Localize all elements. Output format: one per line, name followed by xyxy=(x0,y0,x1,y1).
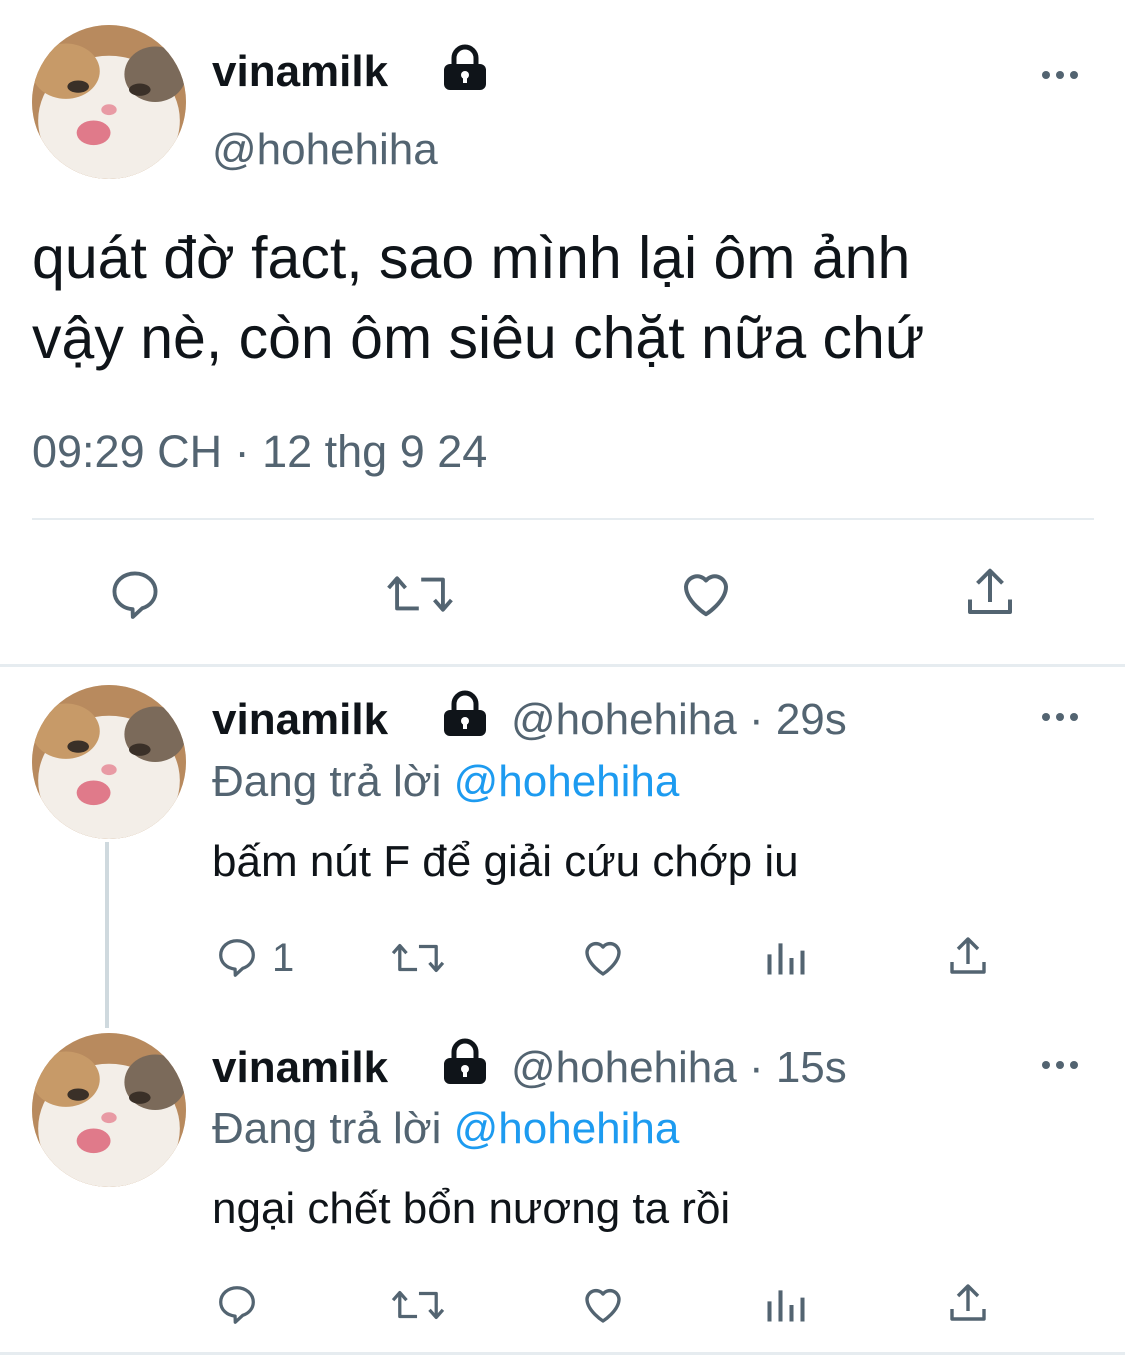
avatar[interactable] xyxy=(32,25,186,179)
thread-connector-line xyxy=(105,842,109,1028)
share-icon[interactable] xyxy=(944,932,992,980)
retweet-icon[interactable] xyxy=(390,935,446,981)
more-options-icon[interactable] xyxy=(1042,68,1082,80)
user-handle[interactable]: @hohehiha xyxy=(212,124,438,176)
lock-icon xyxy=(440,690,490,738)
replying-prefix: Đang trả lời xyxy=(212,757,442,806)
reply-icon[interactable] xyxy=(214,934,260,980)
display-name[interactable]: vinamilk xyxy=(212,694,388,746)
analytics-icon[interactable] xyxy=(764,936,808,980)
like-icon[interactable] xyxy=(676,563,736,623)
share-icon[interactable] xyxy=(960,562,1020,622)
user-handle-time[interactable]: @hohehiha · 15s xyxy=(511,1042,847,1094)
reply-icon[interactable] xyxy=(106,565,164,623)
reply-text: ngại chết bổn nương ta rồi xyxy=(212,1184,731,1233)
more-options-icon[interactable] xyxy=(1042,710,1082,722)
avatar-cat-image xyxy=(32,1033,186,1187)
reply-text: bấm nút F để giải cứu chớp iu xyxy=(212,837,799,886)
share-icon[interactable] xyxy=(944,1279,992,1327)
retweet-icon[interactable] xyxy=(390,1282,446,1328)
avatar[interactable] xyxy=(32,1033,186,1187)
tweet-text-line: quát đờ fact, sao mình lại ôm ảnh xyxy=(32,225,911,291)
section-divider xyxy=(0,664,1125,667)
replying-prefix: Đang trả lời xyxy=(212,1104,442,1153)
avatar-cat-image xyxy=(32,25,186,179)
replying-to: Đang trả lời @hohehiha xyxy=(212,754,679,810)
user-handle-time[interactable]: @hohehiha · 29s xyxy=(511,694,847,746)
analytics-icon[interactable] xyxy=(764,1283,808,1327)
mention-link[interactable]: @hohehiha xyxy=(454,757,680,806)
replying-to: Đang trả lời @hohehiha xyxy=(212,1101,679,1157)
tweet-text-line: vậy nè, còn ôm siêu chặt nữa chứ xyxy=(32,305,925,371)
mention-link[interactable]: @hohehiha xyxy=(454,1104,680,1153)
avatar-cat-image xyxy=(32,685,186,839)
like-icon[interactable] xyxy=(579,1280,627,1328)
display-name[interactable]: vinamilk xyxy=(212,1042,388,1094)
lock-icon xyxy=(440,44,490,92)
reply-count: 1 xyxy=(272,936,295,980)
tweet-text: quát đờ fact, sao mình lại ôm ảnh vậy nè… xyxy=(32,218,1102,378)
bottom-divider xyxy=(0,1352,1125,1355)
lock-icon xyxy=(440,1038,490,1086)
like-icon[interactable] xyxy=(579,933,627,981)
display-name[interactable]: vinamilk xyxy=(212,46,388,98)
avatar[interactable] xyxy=(32,685,186,839)
reply-icon[interactable] xyxy=(214,1281,260,1327)
retweet-icon[interactable] xyxy=(385,565,455,623)
tweet-timestamp[interactable]: 09:29 CH · 12 thg 9 24 xyxy=(32,422,487,482)
more-options-icon[interactable] xyxy=(1042,1058,1082,1070)
divider xyxy=(32,518,1094,520)
